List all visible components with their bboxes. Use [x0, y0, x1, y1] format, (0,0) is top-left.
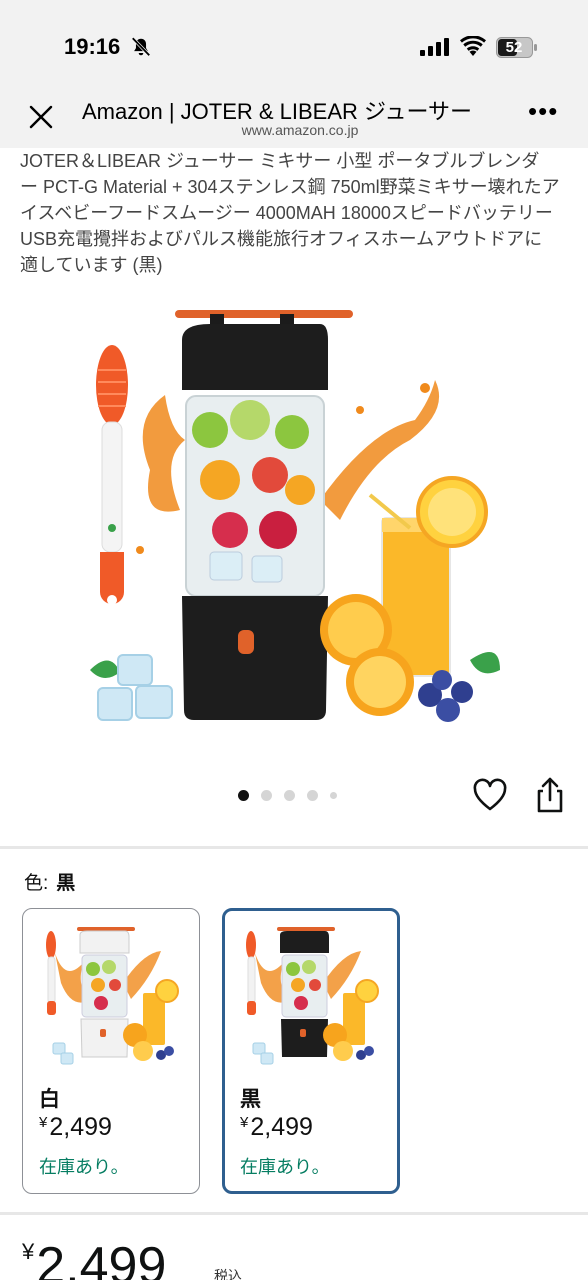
- tax-label: 税込: [214, 1268, 242, 1280]
- carousel-dot[interactable]: [307, 789, 318, 801]
- price-value: 2,499: [250, 1113, 313, 1141]
- carousel-dot[interactable]: [330, 791, 337, 799]
- color-option-price: ¥2,499: [240, 1113, 313, 1142]
- color-option-white[interactable]: 白 ¥2,499 在庫あり。: [22, 908, 200, 1194]
- color-option-name: 黒: [240, 1088, 261, 1111]
- carousel-dot[interactable]: [284, 789, 295, 801]
- bell-slash-icon: [131, 37, 151, 57]
- color-option-black[interactable]: 黒 ¥2,499 在庫あり。: [222, 908, 400, 1194]
- more-icon[interactable]: •••: [528, 98, 564, 128]
- share-icon[interactable]: [532, 776, 568, 814]
- currency-symbol: ¥: [22, 1239, 35, 1264]
- currency-symbol: ¥: [39, 1114, 48, 1131]
- stock-status: 在庫あり。: [39, 1157, 129, 1177]
- color-label-text: 色:: [24, 873, 49, 894]
- color-option-price: ¥2,499: [39, 1113, 112, 1142]
- stock-status: 在庫あり。: [240, 1157, 330, 1177]
- swatch-thumbnail: [246, 927, 379, 1065]
- page-url: www.amazon.co.jp: [241, 122, 359, 138]
- section-divider: [0, 846, 588, 849]
- color-selected-value: 黒: [56, 873, 76, 894]
- heart-icon[interactable]: [472, 778, 508, 814]
- status-time: 19:16: [64, 34, 121, 59]
- currency-symbol: ¥: [240, 1114, 249, 1131]
- color-option-name: 白: [39, 1088, 60, 1111]
- color-label: 色: 黒: [24, 868, 75, 895]
- main-price: ¥2,499: [22, 1236, 166, 1280]
- price-value: 2,499: [49, 1113, 112, 1141]
- browser-header: Amazon | JOTER & LIBEAR ジューサー www.amazon…: [0, 86, 588, 148]
- carousel-dot[interactable]: [238, 789, 249, 801]
- carousel-dots[interactable]: [238, 788, 337, 802]
- product-title: JOTER＆LIBEAR ジューサー ミキサー 小型 ポータブルブレンダ ー P…: [20, 151, 560, 275]
- section-divider: [0, 1212, 588, 1215]
- wifi-icon: [460, 36, 486, 56]
- product-image[interactable]: [70, 300, 520, 740]
- status-bar: 19:16 52: [0, 0, 588, 86]
- carousel-dot[interactable]: [261, 789, 272, 801]
- price-amount: 2,499: [36, 1237, 167, 1280]
- battery-level: 52: [505, 39, 523, 56]
- signal-icon: [420, 38, 449, 56]
- close-icon[interactable]: [24, 100, 58, 134]
- swatch-thumbnail: [46, 927, 179, 1065]
